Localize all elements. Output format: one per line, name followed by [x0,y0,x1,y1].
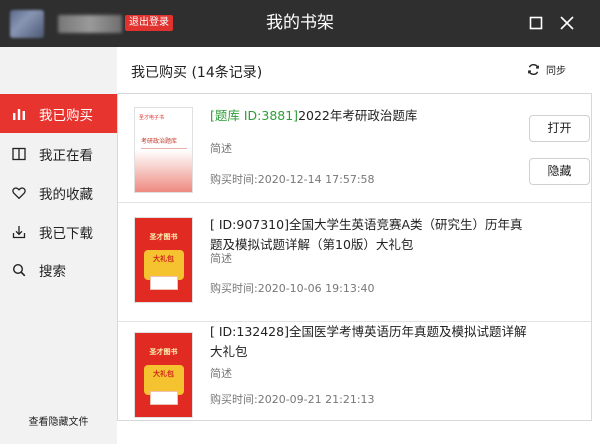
cover-brand: 圣才电子书 [139,115,165,121]
book-cover[interactable]: 圣才图书 大礼包 [134,332,193,418]
sidebar-item-label: 搜索 [39,263,66,280]
book-item[interactable]: 圣才图书 大礼包 [ ID:907310]全国大学生英语竞赛A类（研究生）历年真… [118,202,591,321]
refresh-icon [528,63,539,76]
book-summary: 简述 [210,367,232,380]
book-summary: 简述 [210,142,232,155]
book-list: 圣才电子书 考研政治题库 [题库 ID:3881]2022年考研政治题库 简述 … [117,93,592,421]
close-icon [560,16,574,30]
book-cover[interactable]: 圣才图书 大礼包 [134,217,193,303]
open-button[interactable]: 打开 [529,115,590,142]
sidebar-item-label: 我的收藏 [39,186,93,203]
view-hidden-files-link[interactable]: 查看隐藏文件 [0,413,117,428]
purchase-time: 购买时间:2020-09-21 21:21:13 [210,393,375,406]
book-cover[interactable]: 圣才电子书 考研政治题库 [134,107,193,193]
page-title: 我已购买 (14条记录) [131,65,263,81]
purchase-time: 购买时间:2020-10-06 19:13:40 [210,282,375,295]
user-area [0,0,122,47]
book-title-text: 2022年考研政治题库 [298,108,418,123]
maximize-icon [529,16,543,30]
sidebar-item-label: 我正在看 [39,147,93,164]
heart-icon [12,186,26,200]
bar-chart-icon [12,107,26,121]
sync-button[interactable]: 同步 [527,62,566,77]
logout-button[interactable]: 退出登录 [125,15,173,31]
sidebar-item-label: 我已购买 [39,107,93,124]
book-item[interactable]: 圣才电子书 考研政治题库 [题库 ID:3881]2022年考研政治题库 简述 … [118,94,591,202]
sync-label: 同步 [546,66,566,77]
sidebar: 我已购买 我正在看 我的收藏 我已下载 搜索 查看隐藏文件 [0,47,117,444]
gift-box-graphic [150,276,178,290]
user-name-blurred [58,14,122,33]
book-open-icon [12,147,26,161]
download-icon [12,225,26,239]
sidebar-item-favorites[interactable]: 我的收藏 [0,173,117,212]
cover-title: 考研政治题库 [141,138,178,145]
cover-top-text: 圣才图书 [149,348,178,356]
user-avatar[interactable] [10,9,44,38]
sidebar-item-downloaded[interactable]: 我已下载 [0,212,117,251]
content-header: 我已购买 (14条记录) 同步 [117,47,600,93]
book-title: [ ID:132428]全国医学考博英语历年真题及模拟试题详解大礼包 [210,324,527,359]
cover-divider [141,148,187,149]
sidebar-item-search[interactable]: 搜索 [0,250,117,289]
cover-bag-text: 大礼包 [153,255,174,263]
title-bar: 退出登录 我的书架 [0,0,600,47]
purchase-time: 购买时间:2020-12-14 17:57:58 [210,173,375,186]
cover-top-text: 圣才图书 [149,233,178,241]
search-icon [12,263,26,277]
close-button[interactable] [556,12,578,34]
book-title: [ ID:907310]全国大学生英语竞赛A类（研究生）历年真题及模拟试题详解（… [210,217,523,252]
bookshelf-window: 退出登录 我的书架 我已购买 我正在看 我的收藏 我已下载 搜索 查看隐藏文件 … [0,0,600,444]
gift-box-graphic [150,391,178,405]
cover-bag-text: 大礼包 [153,370,174,378]
maximize-button[interactable] [525,12,547,34]
sidebar-item-purchased[interactable]: 我已购买 [0,94,117,133]
book-item[interactable]: 圣才图书 大礼包 [ ID:132428]全国医学考博英语历年真题及模拟试题详解… [118,321,591,421]
hide-button[interactable]: 隐藏 [529,158,590,185]
book-tag: [题库 ID:3881] [210,108,299,123]
sidebar-item-reading[interactable]: 我正在看 [0,134,117,173]
book-title: [题库 ID:3881]2022年考研政治题库 [210,106,530,126]
sidebar-item-label: 我已下载 [39,225,93,242]
book-summary: 简述 [210,252,232,265]
